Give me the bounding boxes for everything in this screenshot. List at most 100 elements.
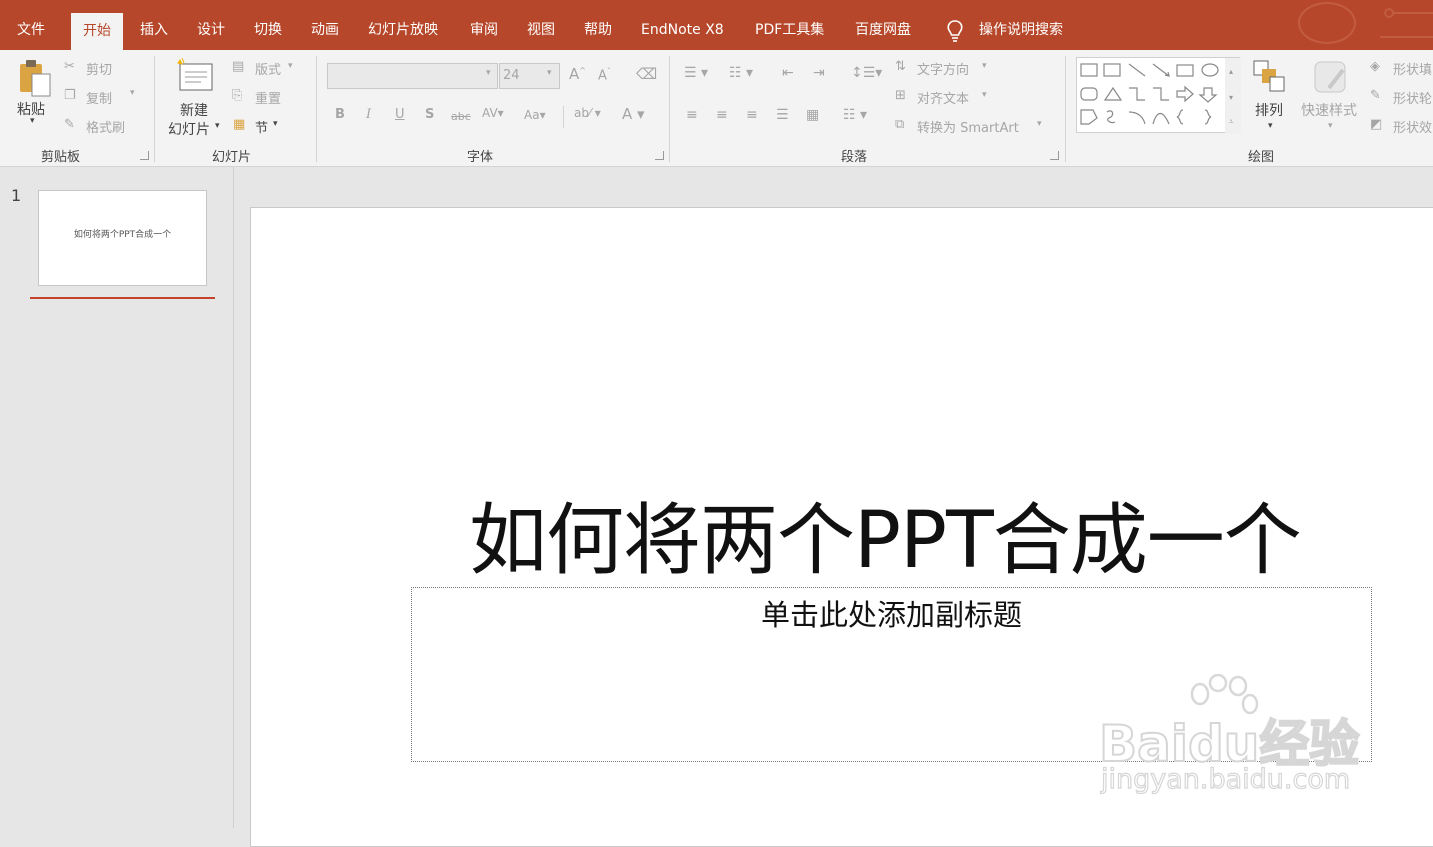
paste-icon[interactable] [17, 58, 53, 98]
group-label-clipboard: 剪贴板 [41, 150, 81, 165]
font-name-combobox[interactable] [327, 63, 498, 89]
tab-insert[interactable]: 插入 [140, 0, 168, 50]
tab-slideshow[interactable]: 幻灯片放映 [368, 0, 438, 50]
align-right-icon[interactable]: ≡ [746, 107, 758, 123]
shapes-gallery-icons[interactable]: ▴ ▾ ⩡ [1077, 58, 1241, 134]
arrange-dropdown-icon[interactable]: ▾ [1268, 121, 1273, 131]
font-size-dropdown-icon[interactable]: ▾ [547, 68, 552, 78]
line-spacing-icon[interactable]: ↕☰▾ [851, 65, 882, 81]
tab-animations[interactable]: 动画 [311, 0, 339, 50]
group-separator [316, 56, 317, 162]
text-direction-dropdown-icon[interactable]: ▾ [982, 61, 987, 71]
align-text-dropdown-icon[interactable]: ▾ [982, 90, 987, 100]
clipboard-dialog-launcher[interactable] [140, 151, 149, 160]
new-slide-icon[interactable] [176, 58, 214, 94]
arrange-button[interactable]: 排列 [1255, 100, 1283, 120]
brush-icon: ✎ [64, 117, 75, 132]
decrease-font-icon[interactable]: Aˇ [598, 67, 611, 83]
strikethrough-icon[interactable]: abc [451, 110, 471, 123]
bullets-icon[interactable]: ☰ ▾ [684, 65, 708, 81]
slide-title[interactable]: 如何将两个PPT合成一个 [469, 478, 1302, 590]
reset-button[interactable]: 重置 [255, 88, 281, 107]
tab-review[interactable]: 审阅 [470, 0, 498, 50]
copy-icon: ❐ [64, 88, 76, 103]
shape-fill-button[interactable]: 形状填 [1393, 59, 1432, 78]
decrease-indent-icon[interactable]: ⇤ [782, 65, 794, 81]
paragraph-dialog-launcher[interactable] [1050, 151, 1059, 160]
svg-text:▾: ▾ [1229, 93, 1233, 102]
section-dropdown-icon[interactable]: ▾ [273, 119, 278, 129]
text-direction-button[interactable]: 文字方向 [917, 59, 969, 78]
cut-button[interactable]: 剪切 [86, 59, 112, 78]
thumbnail-title: 如何将两个PPT合成一个 [73, 230, 172, 240]
subtitle-placeholder-text[interactable]: 单击此处添加副标题 [412, 592, 1371, 634]
shape-outline-button[interactable]: 形状轮 [1393, 88, 1432, 107]
new-slide-label[interactable]: 幻灯片 [168, 119, 210, 139]
font-dialog-launcher[interactable] [655, 151, 664, 160]
copy-button[interactable]: 复制 [86, 88, 112, 107]
change-case-icon[interactable]: Aa▾ [524, 108, 546, 122]
align-text-button[interactable]: 对齐文本 [917, 88, 969, 107]
svg-text:⩡: ⩡ [1229, 117, 1234, 126]
shape-effects-button[interactable]: 形状效 [1393, 117, 1432, 136]
slide-thumbnail[interactable]: 如何将两个PPT合成一个 [38, 190, 207, 286]
paint-bucket-icon: ◈ [1370, 59, 1380, 74]
justify-icon[interactable]: ☰ [776, 107, 789, 123]
group-label-paragraph: 段落 [841, 150, 868, 165]
text-direction-icon: ⇅ [895, 59, 906, 74]
shadow-icon[interactable]: S [425, 107, 434, 122]
format-painter-button[interactable]: 格式刷 [86, 117, 125, 136]
increase-font-icon[interactable]: A^ [569, 65, 586, 83]
convert-smartart-dropdown-icon[interactable]: ▾ [1037, 119, 1042, 129]
numbering-icon[interactable]: ☷ ▾ [729, 65, 753, 81]
section-button[interactable]: 节 [255, 117, 268, 136]
tab-home[interactable]: 开始 [71, 13, 123, 50]
tab-design[interactable]: 设计 [197, 0, 225, 50]
layout-icon: ▤ [232, 59, 245, 74]
tab-baidu-netdisk[interactable]: 百度网盘 [855, 0, 911, 50]
new-slide-button[interactable]: 新建 [180, 100, 208, 120]
tab-endnote[interactable]: EndNote X8 [641, 0, 724, 50]
increase-indent-icon[interactable]: ⇥ [813, 65, 825, 81]
underline-icon[interactable]: U [395, 107, 405, 122]
columns-icon[interactable]: ☷ ▾ [843, 107, 867, 123]
quick-styles-icon[interactable] [1311, 58, 1351, 98]
layout-button[interactable]: 版式 [255, 59, 281, 78]
slide-thumbnail-pane: 1 如何将两个PPT合成一个 [0, 167, 234, 828]
group-separator [154, 56, 155, 162]
tell-me-search[interactable]: 操作说明搜索 [979, 0, 1063, 50]
italic-icon[interactable]: I [366, 107, 371, 122]
align-center-icon[interactable]: ≡ [716, 107, 728, 123]
group-label-font: 字体 [467, 150, 494, 165]
new-slide-dropdown-icon[interactable]: ▾ [215, 121, 220, 131]
arrange-icon[interactable] [1252, 59, 1290, 95]
tab-transitions[interactable]: 切换 [254, 0, 282, 50]
decorative-circle [1298, 2, 1356, 44]
font-name-dropdown-icon[interactable]: ▾ [486, 68, 491, 78]
tab-view[interactable]: 视图 [527, 0, 555, 50]
slide-number: 1 [11, 186, 22, 205]
convert-smartart-button[interactable]: 转换为 SmartArt [917, 117, 1019, 136]
layout-dropdown-icon[interactable]: ▾ [288, 61, 293, 71]
highlight-icon[interactable]: ab⁄ ▾ [574, 106, 601, 120]
tab-help[interactable]: 帮助 [584, 0, 612, 50]
tab-pdf-tools[interactable]: PDF工具集 [755, 0, 824, 50]
smartart-icon: ⧉ [895, 117, 905, 132]
paste-dropdown-icon[interactable]: ▾ [30, 116, 35, 126]
tab-file[interactable]: 文件 [17, 0, 45, 50]
svg-text:▴: ▴ [1229, 67, 1233, 76]
quick-styles-button[interactable]: 快速样式 [1301, 100, 1357, 120]
copy-dropdown-icon[interactable]: ▾ [130, 88, 135, 98]
quick-styles-dropdown-icon[interactable]: ▾ [1328, 121, 1333, 131]
distributed-icon[interactable]: ▦ [806, 107, 819, 123]
font-color-icon[interactable]: A ▾ [622, 105, 645, 123]
slide-canvas[interactable]: 如何将两个PPT合成一个 单击此处添加副标题 Baidu经验 jingyan.b… [250, 207, 1433, 847]
shapes-gallery[interactable]: ▴ ▾ ⩡ [1076, 57, 1241, 134]
align-left-icon[interactable]: ≡ [686, 107, 698, 123]
clear-formatting-icon[interactable]: ⌫ [636, 65, 657, 83]
section-icon: ▦ [233, 117, 246, 132]
character-spacing-icon[interactable]: AV▾ [482, 106, 504, 120]
watermark-url: jingyan.baidu.com [1100, 763, 1351, 795]
bold-icon[interactable]: B [335, 107, 345, 122]
insertion-marker [30, 297, 215, 299]
